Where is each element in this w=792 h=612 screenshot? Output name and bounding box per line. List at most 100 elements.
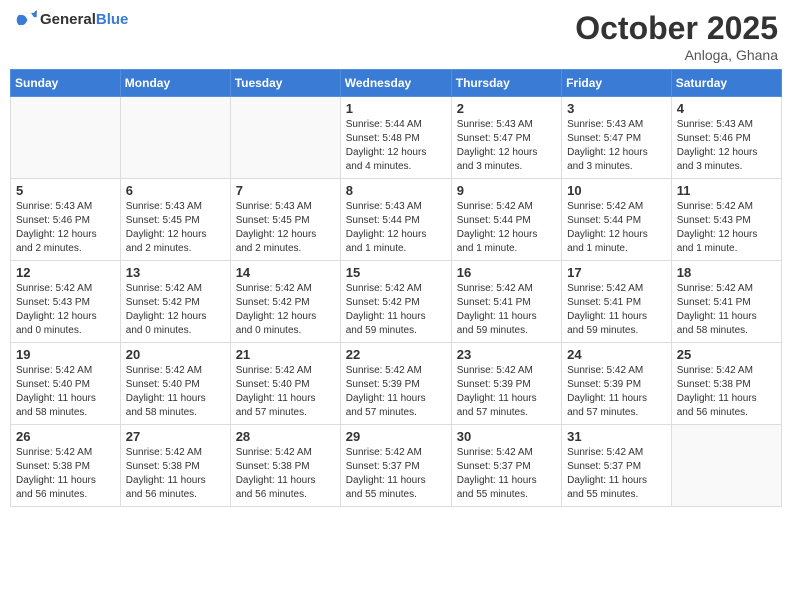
day-cell-22: 22Sunrise: 5:42 AM Sunset: 5:39 PM Dayli… [340,343,451,425]
day-number: 23 [457,347,556,362]
day-cell-16: 16 Sunrise: 5:42 AM Sunset: 5:41 PM Dayli… [451,261,561,343]
day-cell-24: 24Sunrise: 5:42 AM Sunset: 5:39 PM Dayli… [562,343,672,425]
day-cell-18: 18 Sunrise: 5:42 AM Sunset: 5:41 PM Dayli… [671,261,781,343]
day-cell-12: 12 Sunrise: 5:42 AM Sunset: 5:43 PM Dayli… [11,261,121,343]
week-row-2: 5 Sunrise: 5:43 AM Sunset: 5:46 PM Daylig… [11,179,782,261]
day-info: Sunrise: 5:42 AM Sunset: 5:40 PM Dayligh… [126,364,225,420]
day-number: 7 [236,183,335,198]
day-info: Sunrise: 5:42 AM Sunset: 5:38 PM Dayligh… [16,446,115,502]
day-number: 13 [126,265,225,280]
day-number: 4 [677,101,776,116]
day-number: 24 [567,347,666,362]
day-cell-26: 26 Sunrise: 5:42 AM Sunset: 5:38 PM Dayli… [11,425,121,507]
day-info: Sunrise: 5:42 AM Sunset: 5:39 PM Dayligh… [346,364,446,420]
day-number: 20 [126,347,225,362]
day-info: Sunrise: 5:43 AM Sunset: 5:46 PM Dayligh… [677,118,776,174]
day-number: 28 [236,429,335,444]
day-info: Sunrise: 5:42 AM Sunset: 5:43 PM Dayligh… [16,282,115,338]
day-number: 14 [236,265,335,280]
day-number: 16 [457,265,556,280]
weekday-header-friday: Friday [562,70,672,97]
day-info: Sunrise: 5:42 AM Sunset: 5:39 PM Dayligh… [457,364,556,420]
day-cell-4: 4 Sunrise: 5:43 AM Sunset: 5:46 PM Daylig… [671,97,781,179]
day-info: Sunrise: 5:42 AM Sunset: 5:41 PM Dayligh… [677,282,776,338]
day-info: Sunrise: 5:43 AM Sunset: 5:44 PM Dayligh… [346,200,446,256]
empty-cell [230,97,340,179]
day-number: 9 [457,183,556,198]
day-number: 21 [236,347,335,362]
day-number: 6 [126,183,225,198]
location-title: Anloga, Ghana [575,47,778,63]
day-info: Sunrise: 5:42 AM Sunset: 5:40 PM Dayligh… [236,364,335,420]
day-cell-8: 8Sunrise: 5:43 AM Sunset: 5:44 PM Daylig… [340,179,451,261]
day-number: 18 [677,265,776,280]
weekday-header-saturday: Saturday [671,70,781,97]
title-area: October 2025 Anloga, Ghana [575,10,778,63]
empty-cell [671,425,781,507]
weekday-header-sunday: Sunday [11,70,121,97]
day-info: Sunrise: 5:42 AM Sunset: 5:42 PM Dayligh… [126,282,225,338]
calendar-table: SundayMondayTuesdayWednesdayThursdayFrid… [10,69,782,507]
day-cell-23: 23 Sunrise: 5:42 AM Sunset: 5:39 PM Dayli… [451,343,561,425]
day-info: Sunrise: 5:43 AM Sunset: 5:47 PM Dayligh… [567,118,666,174]
day-number: 29 [346,429,446,444]
day-cell-7: 7 Sunrise: 5:43 AM Sunset: 5:45 PM Daylig… [230,179,340,261]
day-info: Sunrise: 5:42 AM Sunset: 5:44 PM Dayligh… [457,200,556,256]
day-info: Sunrise: 5:42 AM Sunset: 5:41 PM Dayligh… [567,282,666,338]
day-cell-27: 27 Sunrise: 5:42 AM Sunset: 5:38 PM Dayli… [120,425,230,507]
day-number: 1 [346,101,446,116]
weekday-header-row: SundayMondayTuesdayWednesdayThursdayFrid… [11,70,782,97]
logo-blue: Blue [96,11,129,28]
page-header: GeneralBlue October 2025 Anloga, Ghana [10,10,782,63]
day-info: Sunrise: 5:43 AM Sunset: 5:45 PM Dayligh… [236,200,335,256]
week-row-4: 19 Sunrise: 5:42 AM Sunset: 5:40 PM Dayli… [11,343,782,425]
empty-cell [120,97,230,179]
day-cell-21: 21 Sunrise: 5:42 AM Sunset: 5:40 PM Dayli… [230,343,340,425]
day-number: 30 [457,429,556,444]
logo-text: GeneralBlue [40,11,128,29]
day-info: Sunrise: 5:44 AM Sunset: 5:48 PM Dayligh… [346,118,446,174]
day-cell-17: 17 Sunrise: 5:42 AM Sunset: 5:41 PM Dayli… [562,261,672,343]
day-info: Sunrise: 5:42 AM Sunset: 5:42 PM Dayligh… [236,282,335,338]
logo-general: General [40,11,96,28]
day-cell-9: 9 Sunrise: 5:42 AM Sunset: 5:44 PM Daylig… [451,179,561,261]
day-number: 12 [16,265,115,280]
day-info: Sunrise: 5:42 AM Sunset: 5:42 PM Dayligh… [346,282,446,338]
day-cell-11: 11 Sunrise: 5:42 AM Sunset: 5:43 PM Dayli… [671,179,781,261]
day-cell-10: 10Sunrise: 5:42 AM Sunset: 5:44 PM Dayli… [562,179,672,261]
day-cell-20: 20 Sunrise: 5:42 AM Sunset: 5:40 PM Dayli… [120,343,230,425]
day-number: 31 [567,429,666,444]
day-cell-31: 31Sunrise: 5:42 AM Sunset: 5:37 PM Dayli… [562,425,672,507]
day-info: Sunrise: 5:42 AM Sunset: 5:38 PM Dayligh… [236,446,335,502]
day-info: Sunrise: 5:42 AM Sunset: 5:43 PM Dayligh… [677,200,776,256]
day-cell-30: 30Sunrise: 5:42 AM Sunset: 5:37 PM Dayli… [451,425,561,507]
logo: GeneralBlue [14,10,128,30]
day-info: Sunrise: 5:42 AM Sunset: 5:44 PM Dayligh… [567,200,666,256]
day-cell-5: 5 Sunrise: 5:43 AM Sunset: 5:46 PM Daylig… [11,179,121,261]
month-title: October 2025 [575,10,778,47]
day-number: 19 [16,347,115,362]
day-number: 17 [567,265,666,280]
logo-icon [14,10,38,30]
weekday-header-thursday: Thursday [451,70,561,97]
day-info: Sunrise: 5:42 AM Sunset: 5:38 PM Dayligh… [677,364,776,420]
day-number: 27 [126,429,225,444]
day-info: Sunrise: 5:42 AM Sunset: 5:37 PM Dayligh… [346,446,446,502]
day-info: Sunrise: 5:42 AM Sunset: 5:41 PM Dayligh… [457,282,556,338]
weekday-header-monday: Monday [120,70,230,97]
day-cell-13: 13 Sunrise: 5:42 AM Sunset: 5:42 PM Dayli… [120,261,230,343]
day-number: 11 [677,183,776,198]
day-cell-28: 28 Sunrise: 5:42 AM Sunset: 5:38 PM Dayli… [230,425,340,507]
week-row-1: 1 Sunrise: 5:44 AM Sunset: 5:48 PM Daylig… [11,97,782,179]
day-number: 5 [16,183,115,198]
weekday-header-wednesday: Wednesday [340,70,451,97]
day-cell-29: 29 Sunrise: 5:42 AM Sunset: 5:37 PM Dayli… [340,425,451,507]
week-row-3: 12 Sunrise: 5:42 AM Sunset: 5:43 PM Dayli… [11,261,782,343]
day-number: 26 [16,429,115,444]
week-row-5: 26 Sunrise: 5:42 AM Sunset: 5:38 PM Dayli… [11,425,782,507]
day-info: Sunrise: 5:42 AM Sunset: 5:38 PM Dayligh… [126,446,225,502]
day-info: Sunrise: 5:43 AM Sunset: 5:46 PM Dayligh… [16,200,115,256]
day-cell-3: 3Sunrise: 5:43 AM Sunset: 5:47 PM Daylig… [562,97,672,179]
day-info: Sunrise: 5:43 AM Sunset: 5:47 PM Dayligh… [457,118,556,174]
day-cell-19: 19Sunrise: 5:42 AM Sunset: 5:40 PM Dayli… [11,343,121,425]
